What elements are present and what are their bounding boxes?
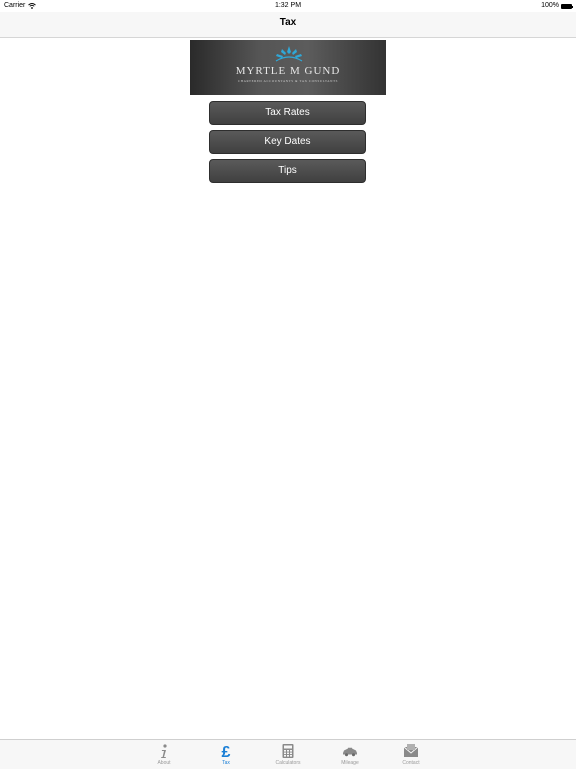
- brand-name: MYRTLE M GUND: [235, 65, 341, 77]
- tab-calculators[interactable]: Calculators: [268, 741, 308, 768]
- status-time: 1:32 PM: [274, 2, 302, 9]
- info-icon: [161, 744, 167, 758]
- pound-icon: £: [222, 744, 231, 759]
- tab-about-label: About: [157, 760, 171, 766]
- tax-rates-button[interactable]: Tax Rates: [209, 101, 366, 125]
- tab-mileage-label: Mileage: [341, 760, 359, 766]
- tab-contact[interactable]: Contact: [391, 741, 431, 768]
- brand-tagline: CHARTERED ACCOUNTANTS & TAX CONSULTANTS: [237, 79, 338, 83]
- status-bar: Carrier 1:32 PM 100%: [0, 0, 576, 12]
- calculator-icon: [282, 744, 294, 758]
- tab-tax-label: Tax: [222, 760, 230, 766]
- navigation-bar: Tax: [0, 12, 576, 38]
- tab-contact-label: Contact: [402, 760, 420, 766]
- tab-tax[interactable]: £ Tax: [206, 741, 246, 768]
- envelope-icon: [403, 744, 419, 757]
- tab-bar: About £ Tax Calculators Mileage Contact: [0, 739, 576, 769]
- brand-banner: MYRTLE M GUND CHARTERED ACCOUNTANTS & TA…: [190, 40, 386, 95]
- page-title: Tax: [279, 17, 297, 28]
- tips-button[interactable]: Tips: [209, 159, 366, 183]
- svg-text:£: £: [222, 744, 231, 759]
- tab-about[interactable]: About: [144, 741, 184, 768]
- battery-icon: [561, 3, 573, 9]
- battery-fill: [562, 4, 571, 8]
- car-icon: [343, 747, 357, 757]
- key-dates-button[interactable]: Key Dates: [209, 130, 366, 154]
- tab-calculators-label: Calculators: [275, 760, 301, 766]
- battery-percent: 100%: [541, 2, 559, 9]
- tab-mileage[interactable]: Mileage: [330, 741, 370, 768]
- status-right: 100%: [541, 0, 573, 12]
